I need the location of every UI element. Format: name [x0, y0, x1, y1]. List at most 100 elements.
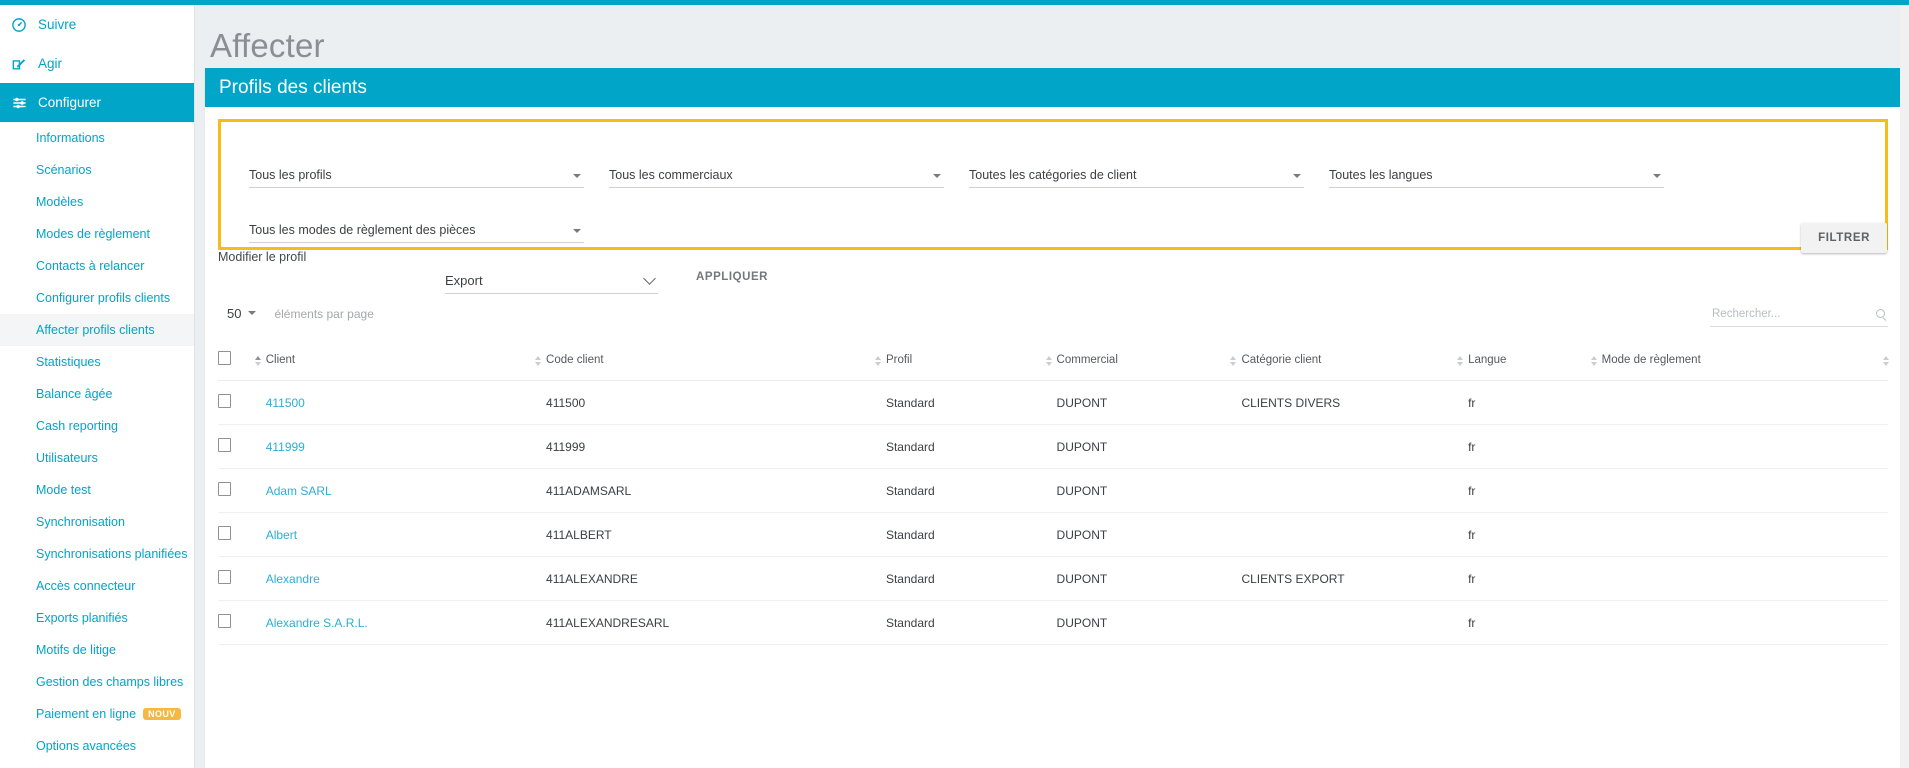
filter-select-0[interactable]: Tous les profils — [249, 160, 584, 188]
sidebar-main-item-configurer[interactable]: Configurer — [0, 83, 194, 122]
row-checkbox[interactable] — [218, 614, 231, 628]
client-code-cell: 411ALEXANDRESARL — [546, 600, 886, 645]
row-checkbox[interactable] — [218, 438, 231, 452]
sidebar-item-contacts-relancer[interactable]: Contacts à relancer — [0, 250, 194, 282]
client-name-link[interactable]: Albert — [265, 512, 547, 557]
panel-title: Profils des clients — [205, 68, 1901, 107]
export-select-value: Export — [445, 273, 483, 288]
pencil-square-icon — [12, 57, 32, 71]
sort-icon[interactable] — [254, 355, 262, 366]
row-checkbox[interactable] — [218, 526, 231, 540]
filter-select-4[interactable]: Tous les modes de règlement des pièces — [249, 215, 584, 243]
sidebar-main-item-agir[interactable]: Agir — [0, 44, 194, 83]
client-name-link[interactable]: Alexandre S.A.R.L. — [265, 600, 547, 645]
sort-icon[interactable] — [534, 355, 542, 366]
sidebar-item-acc-s-connecteur[interactable]: Accès connecteur — [0, 570, 194, 602]
client-name-link[interactable]: 411500 — [265, 380, 547, 425]
langue-cell: fr — [1468, 556, 1602, 601]
per-page-value[interactable]: 50 — [227, 306, 241, 321]
sidebar-item-label: Synchronisations planifiées — [36, 547, 188, 561]
table-row[interactable]: 411500 411500 Standard DUPONT CLIENTS DIVERS… — [218, 380, 1888, 425]
filter-select-value: Tous les modes de règlement des pièces — [249, 223, 476, 237]
client-link[interactable]: Alexandre — [266, 572, 320, 586]
search-box[interactable] — [1710, 303, 1888, 327]
sort-icon[interactable] — [874, 355, 882, 366]
chevron-down-icon — [573, 229, 581, 233]
column-header-client[interactable]: Client — [254, 341, 547, 381]
sidebar-item-label: Options avancées — [36, 739, 137, 753]
sidebar-item-affecter-profils-clients[interactable]: Affecter profils clients — [0, 314, 194, 346]
column-header-langue[interactable]: Langue — [1457, 341, 1602, 381]
column-header-label: Mode de règlement — [1601, 353, 1701, 366]
sidebar-item-synchronisations-planifi-es[interactable]: Synchronisations planifiées — [0, 538, 194, 570]
client-link[interactable]: Alexandre S.A.R.L. — [266, 616, 368, 630]
chevron-down-icon — [573, 174, 581, 178]
sidebar-item-synchronisation[interactable]: Synchronisation — [0, 506, 194, 538]
table-row[interactable]: Adam SARL 411ADAMSARL Standard DUPONT fr — [218, 468, 1888, 513]
client-link[interactable]: 411500 — [266, 396, 305, 410]
filter-button[interactable]: FILTRER — [1801, 223, 1887, 253]
row-checkbox[interactable] — [218, 570, 231, 584]
sort-icon[interactable] — [1882, 355, 1890, 366]
sidebar-item-cash-reporting[interactable]: Cash reporting — [0, 410, 194, 442]
client-name-link[interactable]: 411999 — [265, 424, 547, 469]
filter-select-2[interactable]: Toutes les catégories de client — [969, 160, 1304, 188]
langue-cell: fr — [1468, 600, 1602, 645]
table-row[interactable]: Alexandre 411ALEXANDRE Standard DUPONT CLIEN… — [218, 556, 1888, 601]
filter-select-3[interactable]: Toutes les langues — [1329, 160, 1664, 188]
table-row[interactable]: 411999 411999 Standard DUPONT fr — [218, 424, 1888, 469]
row-checkbox[interactable] — [218, 394, 231, 408]
sort-icon[interactable] — [1456, 355, 1464, 366]
sidebar-item-mod-les[interactable]: Modèles — [0, 186, 194, 218]
sidebar-item-balance-g-e[interactable]: Balance âgée — [0, 378, 194, 410]
row-checkbox[interactable] — [218, 482, 231, 496]
sidebar-item-sc-narios[interactable]: Scénarios — [0, 154, 194, 186]
client-link[interactable]: 411999 — [266, 440, 305, 454]
search-input[interactable] — [1710, 306, 1876, 323]
column-header-label: Client — [265, 353, 296, 366]
apply-button[interactable]: APPLIQUER — [690, 267, 774, 287]
search-icon[interactable] — [1876, 309, 1885, 318]
sort-icon[interactable] — [1229, 355, 1237, 366]
filter-select-1[interactable]: Tous les commerciaux — [609, 160, 944, 188]
export-select[interactable]: Export — [445, 266, 658, 294]
chevron-down-icon — [643, 272, 656, 285]
sidebar-item-modes-de-r-glement[interactable]: Modes de règlement — [0, 218, 194, 250]
sidebar-item-mode-test[interactable]: Mode test — [0, 474, 194, 506]
sidebar-item-statistiques[interactable]: Statistiques — [0, 346, 194, 378]
client-link[interactable]: Adam SARL — [266, 484, 332, 498]
column-header-commercial[interactable]: Commercial — [1045, 341, 1242, 381]
sidebar-item-options-avanc-es[interactable]: Options avancées — [0, 730, 194, 762]
column-header-profil[interactable]: Profil — [874, 341, 1057, 381]
column-header-cat-gorie-client[interactable]: Catégorie client — [1230, 341, 1469, 381]
chevron-down-icon — [933, 174, 941, 178]
client-name-link[interactable]: Adam SARL — [265, 468, 547, 513]
sidebar-item-configurer-profils-clients[interactable]: Configurer profils clients — [0, 282, 194, 314]
profil-cell: Standard — [885, 380, 1057, 425]
sort-icon[interactable] — [1045, 355, 1053, 366]
sort-icon[interactable] — [1590, 355, 1598, 366]
client-link[interactable]: Albert — [266, 528, 297, 542]
column-header-label: Commercial — [1056, 353, 1118, 366]
profil-cell: Standard — [885, 424, 1057, 469]
sidebar-main-item-suivre[interactable]: Suivre — [0, 5, 194, 44]
table-row[interactable]: Albert 411ALBERT Standard DUPONT fr — [218, 512, 1888, 557]
sidebar-item-gestion-des-champs-libres[interactable]: Gestion des champs libres — [0, 666, 194, 698]
sidebar-item-utilisateurs[interactable]: Utilisateurs — [0, 442, 194, 474]
sidebar-item-informations[interactable]: Informations — [0, 122, 194, 154]
mode-reglement-cell — [1601, 424, 1888, 469]
table-row[interactable]: Alexandre S.A.R.L. 411ALEXANDRESARL Standa… — [218, 600, 1888, 645]
commercial-cell: DUPONT — [1056, 380, 1242, 425]
sidebar-item-motifs-de-litige[interactable]: Motifs de litige — [0, 634, 194, 666]
sidebar-item-label: Gestion des champs libres — [36, 675, 184, 689]
client-name-link[interactable]: Alexandre — [265, 556, 547, 601]
sidebar-item-label: Configurer profils clients — [36, 291, 171, 305]
sidebar-item-paiement-en-ligne[interactable]: Paiement en ligne NOUV — [0, 698, 194, 730]
page-scrollbar[interactable] — [1900, 5, 1909, 768]
per-page-control[interactable]: 50 éléments par page — [227, 306, 374, 321]
column-header-code-client[interactable]: Code client — [535, 341, 886, 381]
select-all-checkbox[interactable] — [218, 351, 231, 365]
categorie-client-cell — [1241, 468, 1469, 513]
sidebar-item-exports-planifi-s[interactable]: Exports planifiés — [0, 602, 194, 634]
column-header-mode-de-r-glement[interactable]: Mode de règlement — [1590, 341, 1890, 381]
